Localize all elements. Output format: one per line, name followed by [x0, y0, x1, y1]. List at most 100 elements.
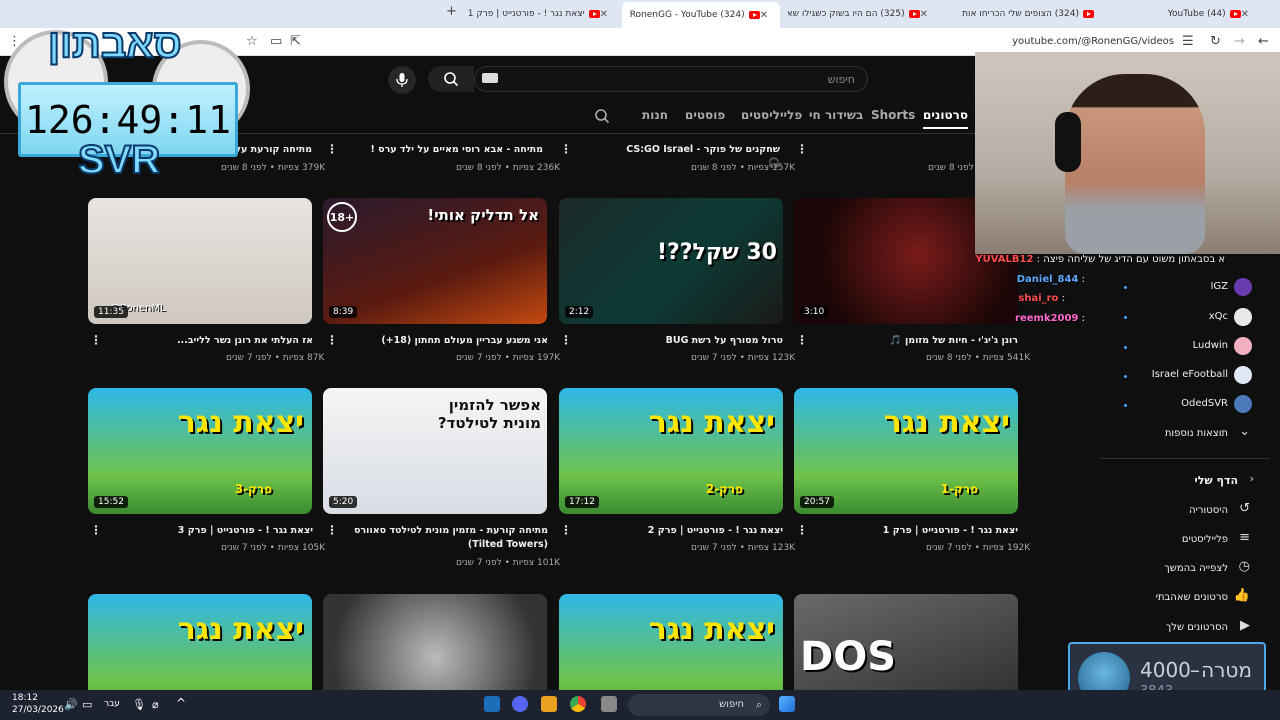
wifi-off-icon[interactable]: ⌀ [152, 698, 159, 711]
live-dot [1124, 404, 1127, 407]
video-title[interactable]: אני משגע עבריין מעולם תחתון (18+) [345, 334, 548, 348]
chevron-up-icon[interactable]: ^ [176, 696, 186, 710]
video-thumbnail[interactable]: יצאת נגר [559, 594, 783, 690]
tab-videos[interactable]: סרטונים [923, 108, 968, 129]
video-thumbnail[interactable]: אל תדליק אותי! 18+ 8:39 [323, 198, 547, 324]
video-title[interactable]: אז העלתי את רונן נשר ללייב... [110, 334, 313, 348]
video-title[interactable]: יצאת נגר ! - פורטנייט | פרק 3 [110, 524, 313, 538]
video-thumbnail[interactable] [323, 594, 547, 690]
url-field[interactable]: youtube.com/@RonenGG/videos [1012, 36, 1174, 47]
more-options-icon[interactable]: ⋮ [796, 333, 808, 347]
more-options-icon[interactable]: ⋮ [90, 523, 102, 537]
chrome-icon[interactable] [570, 696, 586, 712]
tab-store[interactable]: חנות [642, 108, 668, 122]
taskbar-date[interactable]: 27/03/2026 [12, 705, 64, 715]
more-options-icon[interactable]: ⋮ [326, 523, 338, 537]
cast-icon[interactable]: ▭ [270, 34, 282, 49]
more-options-icon[interactable]: ⋮ [560, 142, 572, 156]
browser-tab[interactable]: (324) הצופים שלי הכריחו אותי... [962, 4, 1094, 24]
more-options-icon[interactable]: ⋮ [796, 142, 808, 156]
headphones [1055, 112, 1081, 172]
close-icon[interactable]: ✕ [1241, 9, 1249, 20]
tab-live[interactable]: בשידור חי [809, 108, 863, 122]
bookmark-star-icon[interactable]: ☆ [246, 34, 258, 49]
video-thumbnail[interactable]: יצאת נגר פרק-1 20:57 [794, 388, 1018, 514]
video-thumbnail[interactable]: יצאת נגר פרק-2 17:12 [559, 388, 783, 514]
duration-badge: 17:12 [565, 496, 599, 508]
share-icon[interactable]: ⇱ [290, 34, 301, 49]
video-title[interactable]: יצאת נגר ! - פורטנייט | פרק 1 [820, 524, 1018, 538]
task-view-icon[interactable] [601, 696, 617, 712]
thumbnail-subtext: פרק-2 [705, 482, 743, 496]
video-thumbnail[interactable]: אפשר להזמין מונית לטילטד? 5:20 [323, 388, 547, 514]
search-input[interactable]: חיפוש [474, 66, 868, 92]
video-meta: 105K צפיות • לפני 7 שנים [221, 543, 326, 553]
tab-posts[interactable]: פוסטים [685, 108, 725, 122]
video-thumbnail[interactable]: @RonenML 11:35 [88, 198, 312, 324]
sidebar-sub-odedsvr[interactable]: OdedSVR [1181, 398, 1228, 409]
language-indicator[interactable]: עבר [104, 699, 120, 709]
sidebar-item-watch-later[interactable]: לצפייה בהמשך [1164, 563, 1228, 574]
browser-tab[interactable]: ✕ יצאת נגר ! - פורטנייט | פרק 1 [466, 4, 614, 24]
close-icon[interactable]: ✕ [920, 9, 928, 20]
more-options-icon[interactable]: ⋮ [796, 523, 808, 537]
video-thumbnail[interactable]: DOS [794, 594, 1018, 690]
chat-text: : [1061, 293, 1065, 304]
video-thumbnail[interactable]: יצאת נגר פרק-3 15:52 [88, 388, 312, 514]
video-meta: 236K צפיות • לפני 8 שנים [456, 163, 561, 173]
mic-icon[interactable]: 🎙 [132, 698, 146, 711]
sidebar-sub-ludwin[interactable]: Ludwin [1193, 340, 1228, 351]
tab-label: (324) הצופים שלי הכריחו אותי... [962, 9, 1079, 19]
video-title[interactable]: מתיחה - אבא רוסי מאיים על ילד ערס ! [368, 143, 543, 157]
discord-icon[interactable] [512, 696, 528, 712]
video-thumbnail[interactable]: 30 שקל??! 2:12 [559, 198, 783, 324]
taskbar-time[interactable]: 18:12 [12, 693, 38, 703]
windows-start-icon[interactable] [779, 696, 795, 712]
sidebar-sub-israel-efootball[interactable]: Israel eFootball [1152, 369, 1228, 380]
sidebar-item-history[interactable]: היסטוריה [1189, 505, 1228, 516]
more-options-icon[interactable]: ⋮ [326, 142, 338, 156]
thumbnail-subtext: פרק-3 [234, 482, 272, 496]
keyboard-icon[interactable] [482, 73, 498, 83]
sidebar-item-your-videos[interactable]: הסרטונים שלך [1166, 622, 1228, 633]
browser-tab-active[interactable]: ✕ (324) RonenGG - YouTube [622, 2, 780, 28]
chevron-down-icon[interactable]: ⌄ [1239, 424, 1250, 439]
tab-shorts[interactable]: Shorts [871, 108, 915, 122]
close-icon[interactable]: ✕ [600, 9, 608, 20]
new-tab-icon[interactable]: + [446, 4, 457, 19]
search-icon [444, 72, 459, 87]
more-options-icon[interactable]: ⋮ [326, 333, 338, 347]
sidebar-item-playlists[interactable]: פלייליסטים [1182, 534, 1228, 545]
speaker-icon[interactable]: 🔊 [64, 698, 78, 711]
steam-icon[interactable] [484, 696, 500, 712]
video-title[interactable]: מתיחה קורעת - מזמין מונית לטילטד סאוורס … [340, 524, 548, 552]
video-title[interactable]: טרול מסורף על רשת BUG [580, 334, 783, 348]
taskbar-search[interactable]: חיפוש ⌕ [628, 694, 770, 716]
search-button[interactable] [428, 66, 474, 92]
browser-tab[interactable]: ✕ (44) YouTube [1105, 4, 1255, 24]
sidebar-item-liked[interactable]: סרטונים שאהבתי [1156, 592, 1228, 603]
network-icon[interactable]: ▭ [82, 698, 92, 711]
video-title[interactable]: רונן ג'יג'י - חיות של מזומן 🎵 [820, 334, 1018, 348]
video-thumbnail[interactable]: יצאת נגר [88, 594, 312, 690]
taskbar-search-label: חיפוש [719, 699, 744, 710]
site-settings-icon[interactable]: ☰ [1182, 34, 1194, 49]
tab-playlists[interactable]: פלייליסטים [741, 108, 802, 122]
back-arrow-icon[interactable]: ← [1258, 34, 1269, 49]
more-options-icon[interactable]: ⋮ [560, 523, 572, 537]
more-options-icon[interactable]: ⋮ [560, 333, 572, 347]
close-icon[interactable]: ✕ [760, 10, 768, 21]
app-icon[interactable] [541, 696, 557, 712]
voice-search-button[interactable] [388, 66, 416, 94]
goal-separator: – [1190, 658, 1200, 682]
more-options-icon[interactable]: ⋮ [90, 333, 102, 347]
video-title[interactable]: יצאת נגר ! - פורטנייט | פרק 2 [580, 524, 783, 538]
reload-icon[interactable]: ↻ [1210, 34, 1221, 49]
video-meta: 123K צפיות • לפני 7 שנים [691, 543, 796, 553]
subathon-timer: 126:49:11 [25, 97, 231, 142]
forward-arrow-icon[interactable]: → [1234, 34, 1245, 49]
you-section-header[interactable]: הדף שלי [1194, 474, 1238, 487]
show-more-button[interactable]: תוצאות נוספות [1165, 428, 1228, 439]
channel-search-icon[interactable] [594, 108, 610, 124]
browser-tab[interactable]: ✕ (325) הם היו בשוק כשגילו שאני... [788, 4, 934, 24]
